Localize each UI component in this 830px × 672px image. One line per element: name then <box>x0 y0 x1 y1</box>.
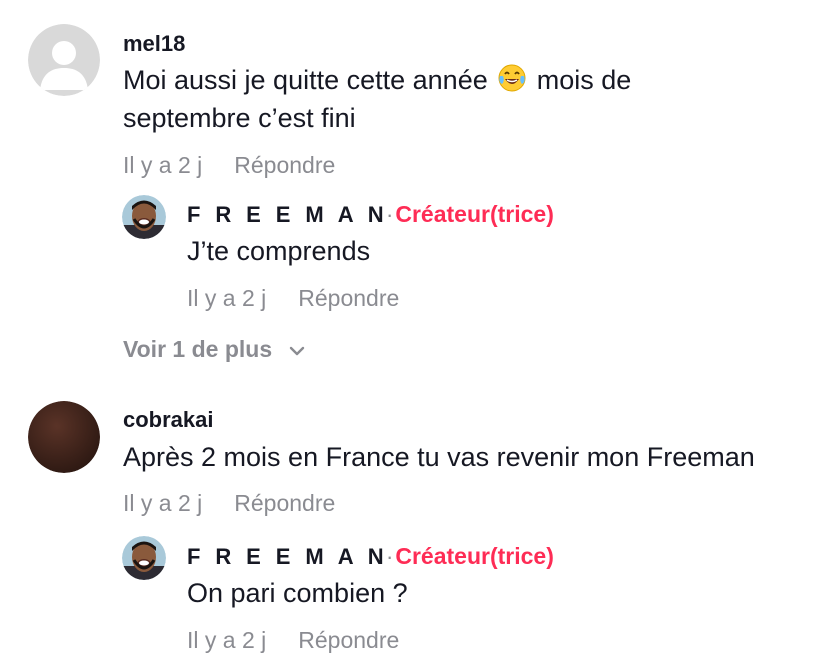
avatar-freeman[interactable] <box>122 195 166 239</box>
view-more-label: Voir 1 de plus <box>123 336 273 362</box>
comment-time: Il y a 2 j <box>123 490 203 516</box>
creator-badge: Créateur(trice) <box>395 543 554 569</box>
comment-text-line1: Moi aussi je quitte cette année mois de <box>123 61 631 103</box>
view-more-replies-button[interactable]: Voir 1 de plus <box>123 335 305 363</box>
reply-button[interactable]: Répondre <box>234 152 335 178</box>
reply-button[interactable]: Répondre <box>234 490 335 516</box>
avatar-cobrakai[interactable] <box>28 401 100 473</box>
avatar-freeman[interactable] <box>122 536 166 580</box>
reply-username[interactable]: F R E E M A N <box>187 544 388 569</box>
comment-username[interactable]: mel18 <box>123 31 185 57</box>
reply-button[interactable]: Répondre <box>298 627 399 653</box>
reply-button[interactable]: Répondre <box>298 285 399 311</box>
freeman-avatar-icon <box>122 536 166 580</box>
reply-text: On pari combien ? <box>187 578 408 608</box>
chevron-down-icon <box>289 346 304 356</box>
avatar-mel18[interactable] <box>28 24 100 96</box>
reply-username[interactable]: F R E E M A N <box>187 202 388 227</box>
face-with-tears-of-joy-emoji <box>497 63 527 103</box>
reply-time: Il y a 2 j <box>187 627 267 653</box>
separator-dot: · <box>386 544 394 569</box>
reply-meta: Il y a 2 j Répondre <box>187 626 399 654</box>
separator-dot: · <box>386 202 394 227</box>
creator-badge: Créateur(trice) <box>395 201 554 227</box>
default-avatar-icon <box>28 24 100 96</box>
comment-text: Après 2 mois en France tu vas revenir mo… <box>123 442 755 472</box>
freeman-avatar-icon <box>122 195 166 239</box>
reply-meta: Il y a 2 j Répondre <box>187 284 399 312</box>
comment-time: Il y a 2 j <box>123 152 203 178</box>
user-avatar-icon <box>28 401 100 473</box>
comment-meta: Il y a 2 j Répondre <box>123 151 335 179</box>
comment-text-line2: septembre c’est fini <box>123 103 356 133</box>
reply-time: Il y a 2 j <box>187 285 267 311</box>
reply-text: J’te comprends <box>187 236 371 266</box>
comment-meta: Il y a 2 j Répondre <box>123 489 335 517</box>
laughing-emoji-icon <box>498 64 526 92</box>
comment-username[interactable]: cobrakai <box>123 407 214 433</box>
reply-header: F R E E M A N·Créateur(trice) <box>187 543 554 570</box>
reply-header: F R E E M A N·Créateur(trice) <box>187 201 554 228</box>
